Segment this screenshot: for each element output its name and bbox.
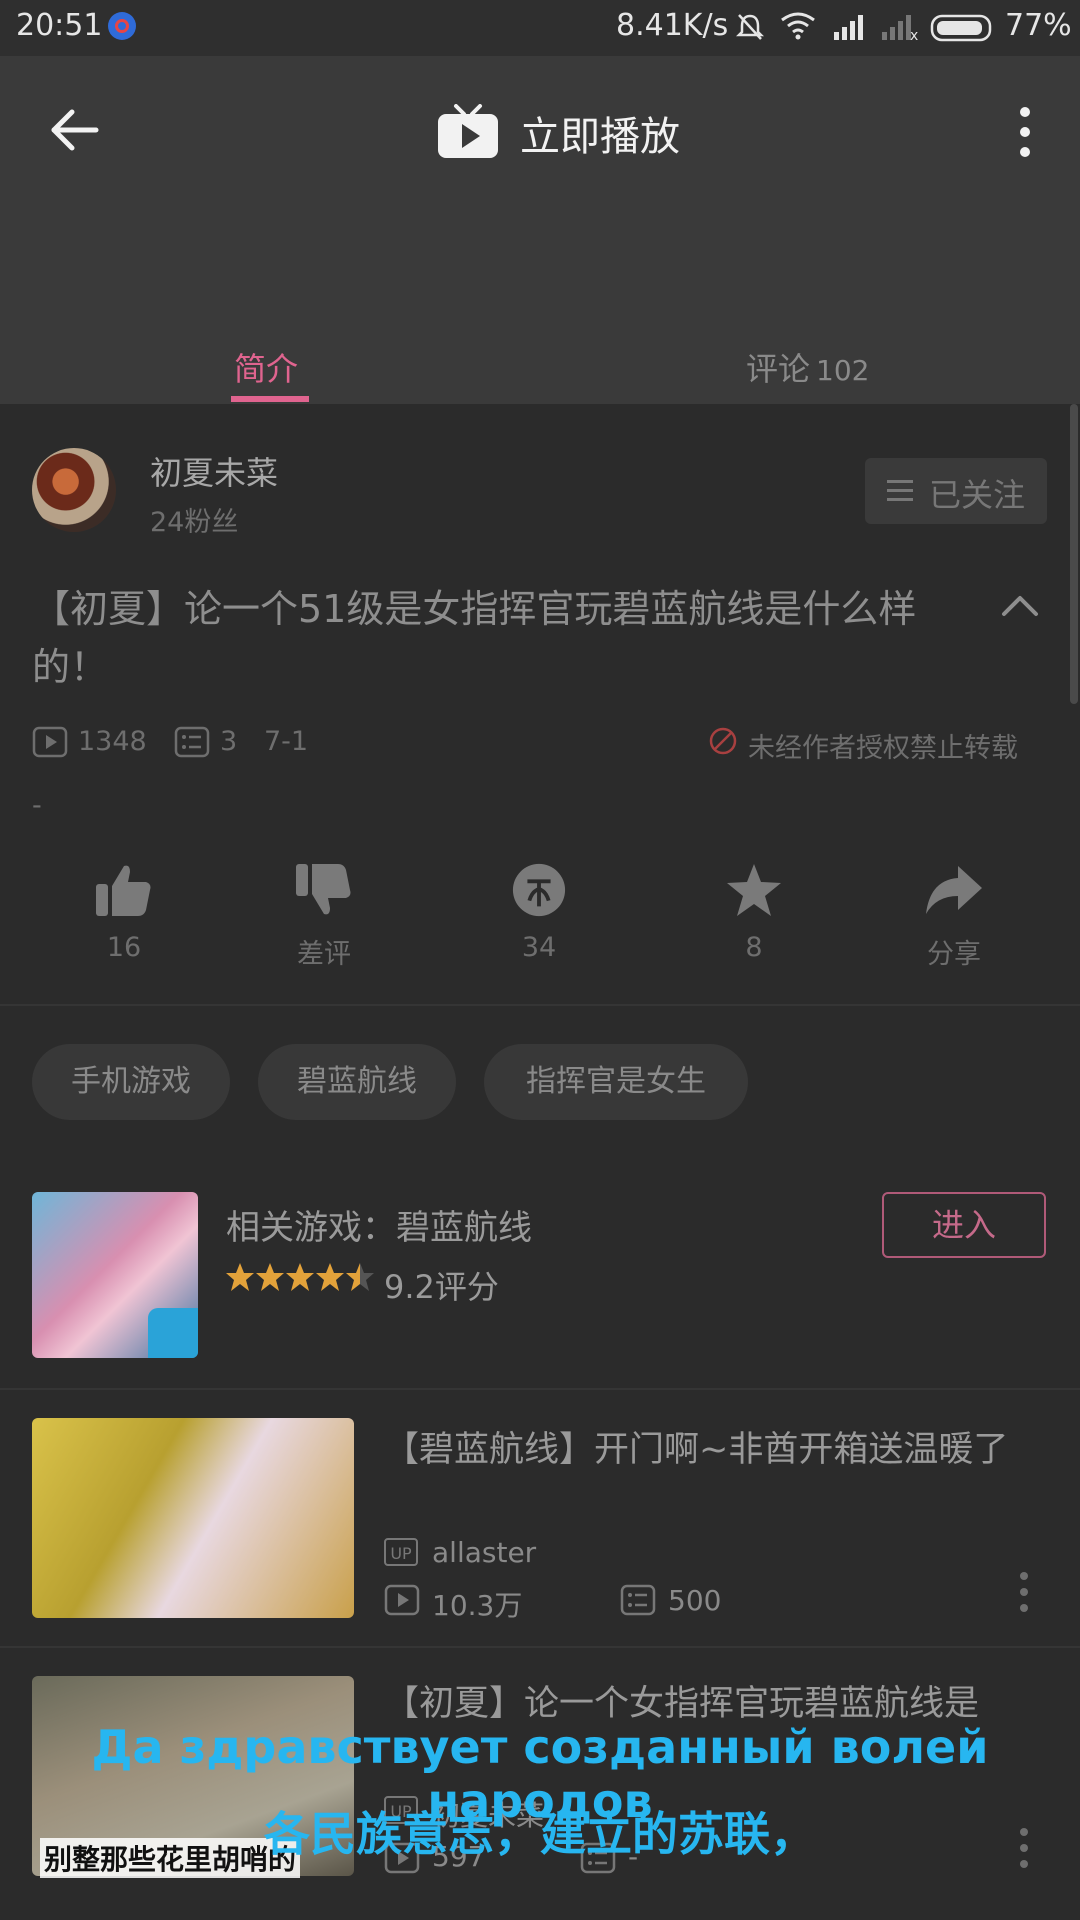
app-bar [0, 56, 1080, 326]
coin-button[interactable]: 34 [479, 862, 599, 963]
video-title: 【初夏】论一个51级是女指挥官玩碧蓝航线是什么样的！ [32, 587, 917, 689]
prohibited-icon [709, 727, 737, 755]
author-avatar[interactable] [32, 448, 116, 532]
dislike-button[interactable]: 差评 [264, 862, 384, 971]
upload-date: 7-1 [264, 726, 309, 757]
status-time: 20:51 [16, 8, 103, 43]
related-danmaku-count: 500 [668, 1584, 722, 1617]
star-full-icon [226, 1263, 254, 1291]
more-vertical-icon[interactable] [1010, 104, 1040, 160]
chevron-up-icon[interactable] [1000, 590, 1040, 620]
tv-play-icon[interactable] [436, 104, 500, 160]
rating-stars [226, 1263, 374, 1291]
share-label: 分享 [927, 939, 981, 970]
star-icon [727, 864, 781, 916]
tab-comments-count: 102 [816, 354, 870, 387]
bilibili-badge-icon [148, 1308, 198, 1358]
follow-label: 已关注 [929, 476, 1026, 514]
back-arrow-icon[interactable] [44, 100, 104, 160]
svg-text:x: x [910, 28, 918, 40]
game-icon[interactable] [32, 1192, 198, 1358]
tag-chip[interactable]: 指挥官是女生 [484, 1044, 748, 1120]
related-play-count: 10.3万 [432, 1589, 523, 1622]
share-icon [926, 866, 982, 914]
menu-lines-icon [887, 480, 913, 502]
up-badge-icon: UP [384, 1538, 418, 1566]
bell-muted-icon [736, 14, 764, 40]
tab-intro[interactable]: 简介 [234, 344, 298, 390]
status-net-speed: 8.41K/s [616, 8, 729, 43]
related-video-thumbnail[interactable] [32, 1418, 354, 1618]
notification-app-icon [108, 12, 136, 40]
signal-icon [834, 15, 863, 40]
danmaku-count: 3 [220, 726, 238, 757]
divider [0, 1646, 1080, 1648]
author-fans: 24粉丝 [150, 507, 239, 538]
divider [0, 1004, 1080, 1006]
signal-nosim-icon: x [882, 15, 918, 40]
like-button[interactable]: 16 [64, 862, 184, 963]
danmaku-icon [174, 726, 210, 758]
tab-comments-label: 评论 [746, 350, 811, 388]
wifi-icon [781, 12, 815, 40]
star-full-icon [286, 1263, 314, 1291]
star-full-icon [316, 1263, 344, 1291]
follow-button[interactable]: 已关注 [865, 458, 1047, 524]
tab-bar [0, 326, 1080, 404]
danmaku-icon [620, 1584, 656, 1616]
tab-indicator [231, 396, 309, 402]
star-half-icon [346, 1263, 374, 1291]
author-name[interactable]: 初夏未菜 [150, 448, 278, 494]
favorite-button[interactable]: 8 [694, 862, 814, 963]
enter-game-button[interactable]: 进入 [882, 1192, 1046, 1258]
video-description: - [32, 790, 42, 821]
battery-icon [930, 14, 992, 42]
divider [0, 1388, 1080, 1390]
scrollbar[interactable] [1070, 404, 1078, 704]
related-game-title[interactable]: 相关游戏：碧蓝航线 [226, 1200, 532, 1249]
star-full-icon [256, 1263, 284, 1291]
status-bar: 20:51 8.41K/s x 77% [0, 0, 1080, 56]
game-score: 9.2评分 [384, 1268, 499, 1306]
tag-chip[interactable]: 碧蓝航线 [258, 1044, 456, 1120]
thumbs-down-icon [296, 864, 351, 915]
tab-comments[interactable]: 评论 102 [746, 344, 869, 390]
thumbs-up-icon [96, 865, 151, 916]
favorite-count: 8 [745, 932, 763, 963]
play-count-icon [32, 726, 68, 758]
coin-icon [512, 863, 566, 917]
like-count: 16 [106, 932, 142, 963]
play-now-title[interactable]: 立即播放 [520, 104, 680, 162]
share-button[interactable]: 分享 [894, 862, 1014, 971]
dislike-label: 差评 [297, 939, 351, 970]
more-vertical-icon[interactable] [1018, 1570, 1030, 1614]
play-count: 1348 [78, 726, 147, 757]
battery-percent: 77% [1005, 8, 1072, 43]
tag-chip[interactable]: 手机游戏 [32, 1044, 230, 1120]
related-video-title[interactable]: 【碧蓝航线】开门啊~非酋开箱送温暖了 [384, 1428, 1024, 1472]
subtitle-line-2: 各民族意志，建立的苏联， [264, 1807, 816, 1861]
copyright-notice: 未经作者授权禁止转载 [748, 733, 1018, 764]
coin-count: 34 [521, 932, 557, 963]
play-count-icon [384, 1584, 420, 1616]
uploader-name: allaster [432, 1536, 537, 1569]
